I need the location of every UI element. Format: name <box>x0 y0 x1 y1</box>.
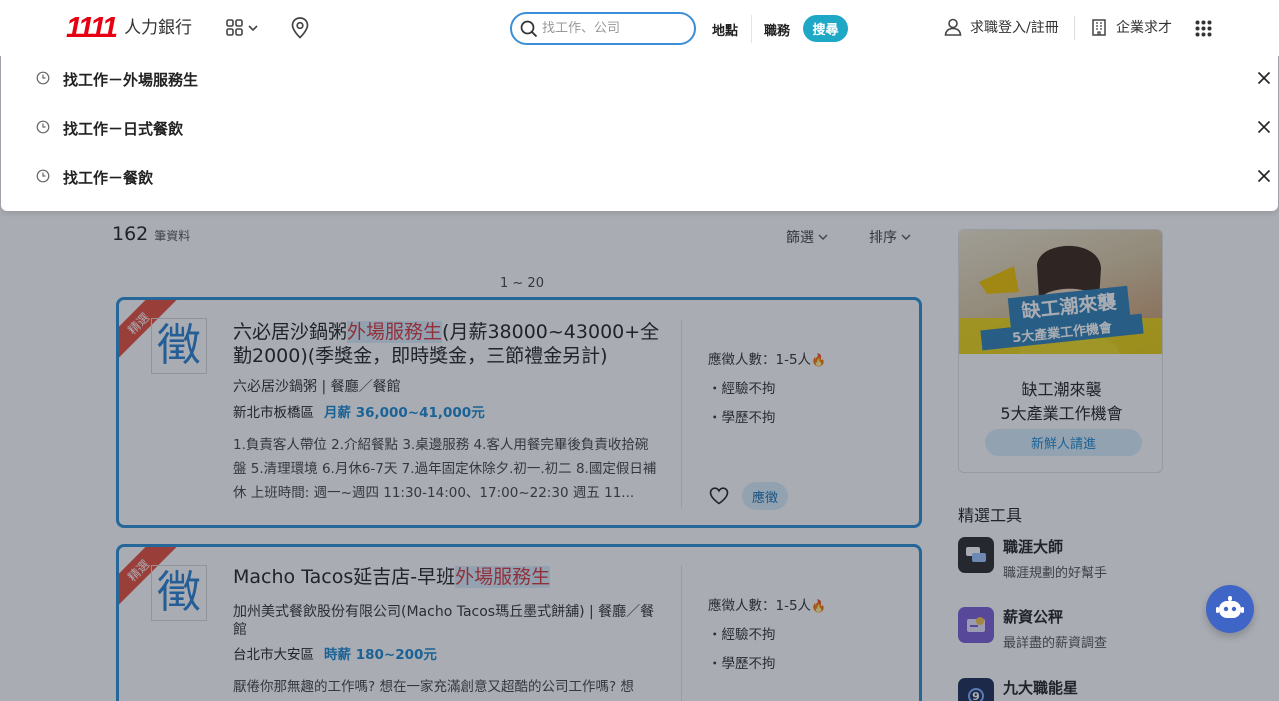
close-icon[interactable] <box>1257 169 1271 183</box>
location-button[interactable] <box>291 17 309 39</box>
search-input[interactable] <box>542 21 682 36</box>
logo-text: 人力銀行 <box>124 18 193 38</box>
apps-grid-icon <box>1195 20 1212 37</box>
chatbot-button[interactable] <box>1206 585 1254 633</box>
recent-search-dropdown: 找工作－外場服務生 找工作－日式餐飲 找工作－餐飲 <box>1 47 1278 211</box>
user-icon <box>944 18 962 36</box>
employer-label: 企業求才 <box>1116 20 1172 36</box>
location-filter[interactable]: 地點 <box>712 20 738 39</box>
divider <box>751 15 752 43</box>
robot-icon <box>1216 596 1244 618</box>
close-icon[interactable] <box>1257 120 1271 134</box>
recent-search-label: 找工作－餐飲 <box>63 169 154 187</box>
job-category-filter[interactable]: 職務 <box>764 20 790 39</box>
site-logo[interactable]: 1111 人力銀行 <box>66 12 193 44</box>
apps-menu-button[interactable] <box>226 19 258 37</box>
login-label: 求職登入/註冊 <box>970 20 1059 36</box>
recent-search-label: 找工作－日式餐飲 <box>63 120 184 138</box>
recent-search-label: 找工作－外場服務生 <box>63 71 199 89</box>
clock-icon <box>36 169 50 183</box>
keyword-search-box[interactable] <box>510 12 696 45</box>
recent-search-item[interactable]: 找工作－日式餐飲 <box>1 96 1278 144</box>
employer-link[interactable]: 企業求才 <box>1090 17 1172 37</box>
recent-search-item[interactable]: 找工作－餐飲 <box>1 145 1278 193</box>
logo-number: 1111 <box>66 12 118 44</box>
building-icon <box>1092 19 1106 36</box>
site-header: 1111 人力銀行 地點 職務 搜尋 <box>0 0 1279 56</box>
clock-icon <box>36 120 50 134</box>
search-button[interactable]: 搜尋 <box>803 15 848 42</box>
map-pin-icon <box>291 17 309 39</box>
divider <box>1074 16 1075 40</box>
search-bar: 地點 職務 搜尋 <box>492 9 852 49</box>
clock-icon <box>36 71 50 85</box>
chevron-down-icon <box>248 25 258 32</box>
search-icon <box>520 20 538 37</box>
more-menu-button[interactable] <box>1195 20 1212 37</box>
login-link[interactable]: 求職登入/註冊 <box>944 17 1059 37</box>
grid-icon <box>226 19 243 36</box>
close-icon[interactable] <box>1257 71 1271 85</box>
